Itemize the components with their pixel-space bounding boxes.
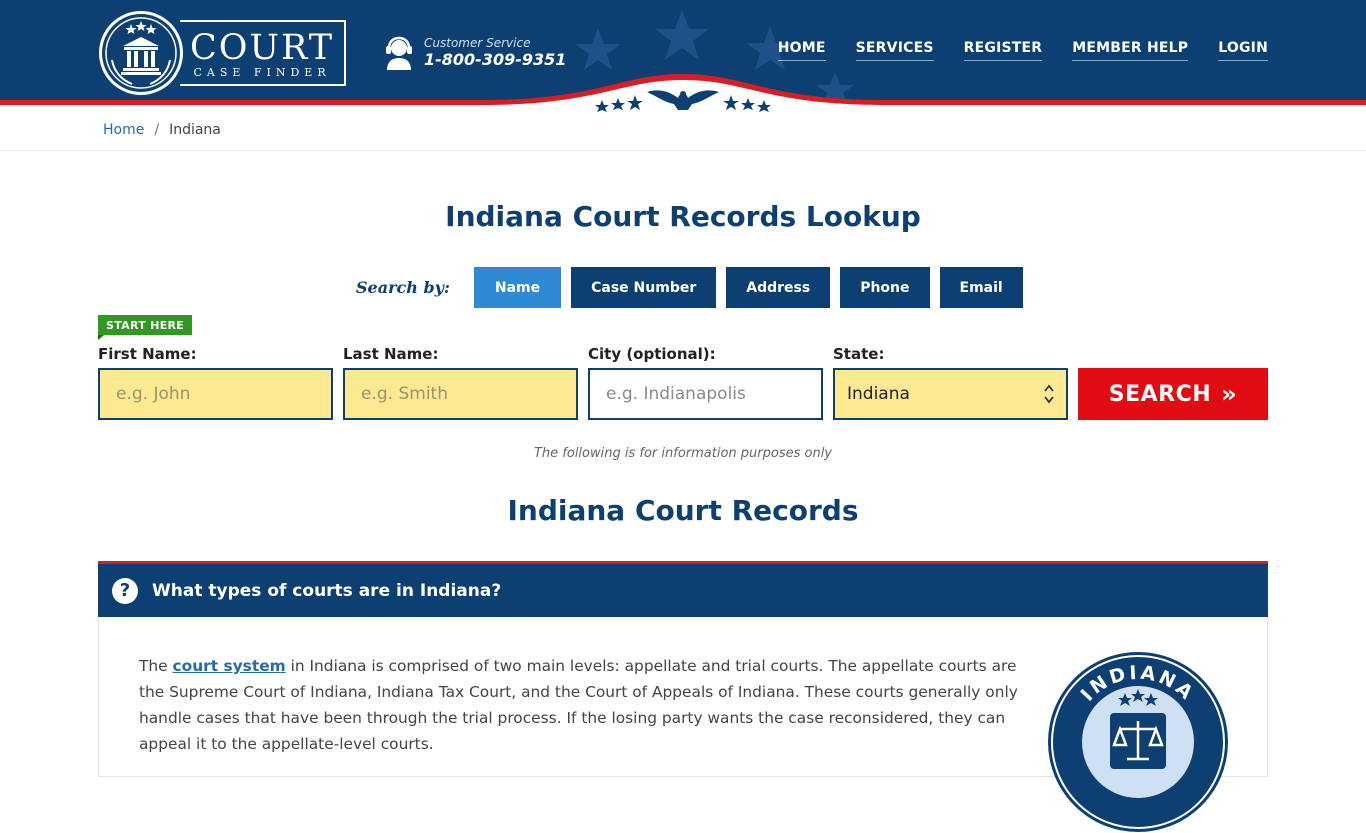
nav-member-help[interactable]: MEMBER HELP bbox=[1072, 40, 1189, 61]
logo-subtitle: CASE FINDER bbox=[193, 66, 331, 79]
search-by-label: Search by: bbox=[356, 278, 450, 297]
customer-service-label: Customer Service bbox=[424, 36, 531, 50]
state-field-group: State: Indiana bbox=[833, 345, 1068, 420]
page-title: Indiana Court Records Lookup bbox=[445, 200, 921, 233]
nav-register[interactable]: REGISTER bbox=[963, 40, 1043, 61]
nav-home[interactable]: HOME bbox=[777, 40, 826, 61]
headset-icon bbox=[386, 36, 412, 70]
accordion-text: The court system in Indiana is comprised… bbox=[139, 653, 1019, 757]
accordion-title: What types of courts are in Indiana? bbox=[152, 580, 502, 601]
nav-services[interactable]: SERVICES bbox=[855, 40, 934, 61]
accordion-header[interactable]: ? What types of courts are in Indiana? bbox=[98, 561, 1268, 617]
customer-service-phone[interactable]: 1-800-309-9351 bbox=[424, 50, 566, 70]
breadcrumb-divider bbox=[0, 150, 1366, 151]
accordion-body: The court system in Indiana is comprised… bbox=[98, 617, 1268, 832]
first-name-label: First Name: bbox=[98, 345, 197, 363]
first-name-field-group: First Name: e.g. John bbox=[98, 345, 333, 420]
indiana-state-seal: INDIANA bbox=[1048, 652, 1228, 832]
tab-case-number[interactable]: Case Number bbox=[571, 267, 717, 308]
tab-email[interactable]: Email bbox=[939, 267, 1023, 308]
city-field-group: City (optional): e.g. Indianapolis bbox=[588, 345, 823, 420]
breadcrumb-separator: / bbox=[154, 122, 160, 138]
breadcrumb-home[interactable]: Home bbox=[103, 122, 144, 138]
section-title: Indiana Court Records bbox=[507, 494, 859, 527]
court-system-link[interactable]: court system bbox=[173, 657, 286, 675]
logo-court-text: COURT bbox=[190, 28, 335, 68]
breadcrumb: Home / Indiana bbox=[103, 122, 221, 138]
last-name-field-group: Last Name: e.g. Smith bbox=[343, 345, 578, 420]
state-label: State: bbox=[833, 345, 885, 363]
tab-name[interactable]: Name bbox=[473, 267, 562, 308]
first-name-input[interactable]: e.g. John bbox=[98, 368, 333, 420]
select-arrows-icon bbox=[1044, 384, 1054, 404]
eagle-swoosh bbox=[480, 74, 886, 112]
double-chevron-right-icon: » bbox=[1221, 380, 1238, 408]
main-nav: HOME SERVICES REGISTER MEMBER HELP LOGIN bbox=[777, 40, 1268, 61]
state-select-value: Indiana bbox=[847, 384, 910, 404]
search-by-tabs: Search by: Name Case Number Address Phon… bbox=[356, 267, 1033, 308]
logo-wordmark: COURT CASE FINDER bbox=[180, 20, 347, 86]
tab-phone[interactable]: Phone bbox=[840, 267, 930, 308]
start-here-badge: START HERE bbox=[98, 315, 193, 340]
last-name-input[interactable]: e.g. Smith bbox=[343, 368, 578, 420]
tab-address[interactable]: Address bbox=[726, 267, 831, 308]
site-logo[interactable]: COURT CASE FINDER bbox=[98, 10, 347, 96]
courthouse-seal-icon bbox=[99, 11, 183, 95]
site-header: COURT CASE FINDER Customer Service 1-800… bbox=[0, 0, 1366, 112]
search-button-label: SEARCH bbox=[1108, 381, 1212, 407]
nav-login[interactable]: LOGIN bbox=[1218, 40, 1268, 61]
last-name-label: Last Name: bbox=[343, 345, 439, 363]
customer-service[interactable]: Customer Service 1-800-309-9351 bbox=[384, 36, 566, 70]
disclaimer: The following is for information purpose… bbox=[533, 446, 833, 461]
breadcrumb-current: Indiana bbox=[169, 122, 221, 138]
accordion-text-start: The bbox=[139, 657, 173, 675]
city-label: City (optional): bbox=[588, 345, 716, 363]
city-input[interactable]: e.g. Indianapolis bbox=[588, 368, 823, 420]
state-select[interactable]: Indiana bbox=[833, 368, 1068, 420]
search-button[interactable]: SEARCH » bbox=[1078, 368, 1268, 420]
question-icon: ? bbox=[112, 577, 138, 604]
